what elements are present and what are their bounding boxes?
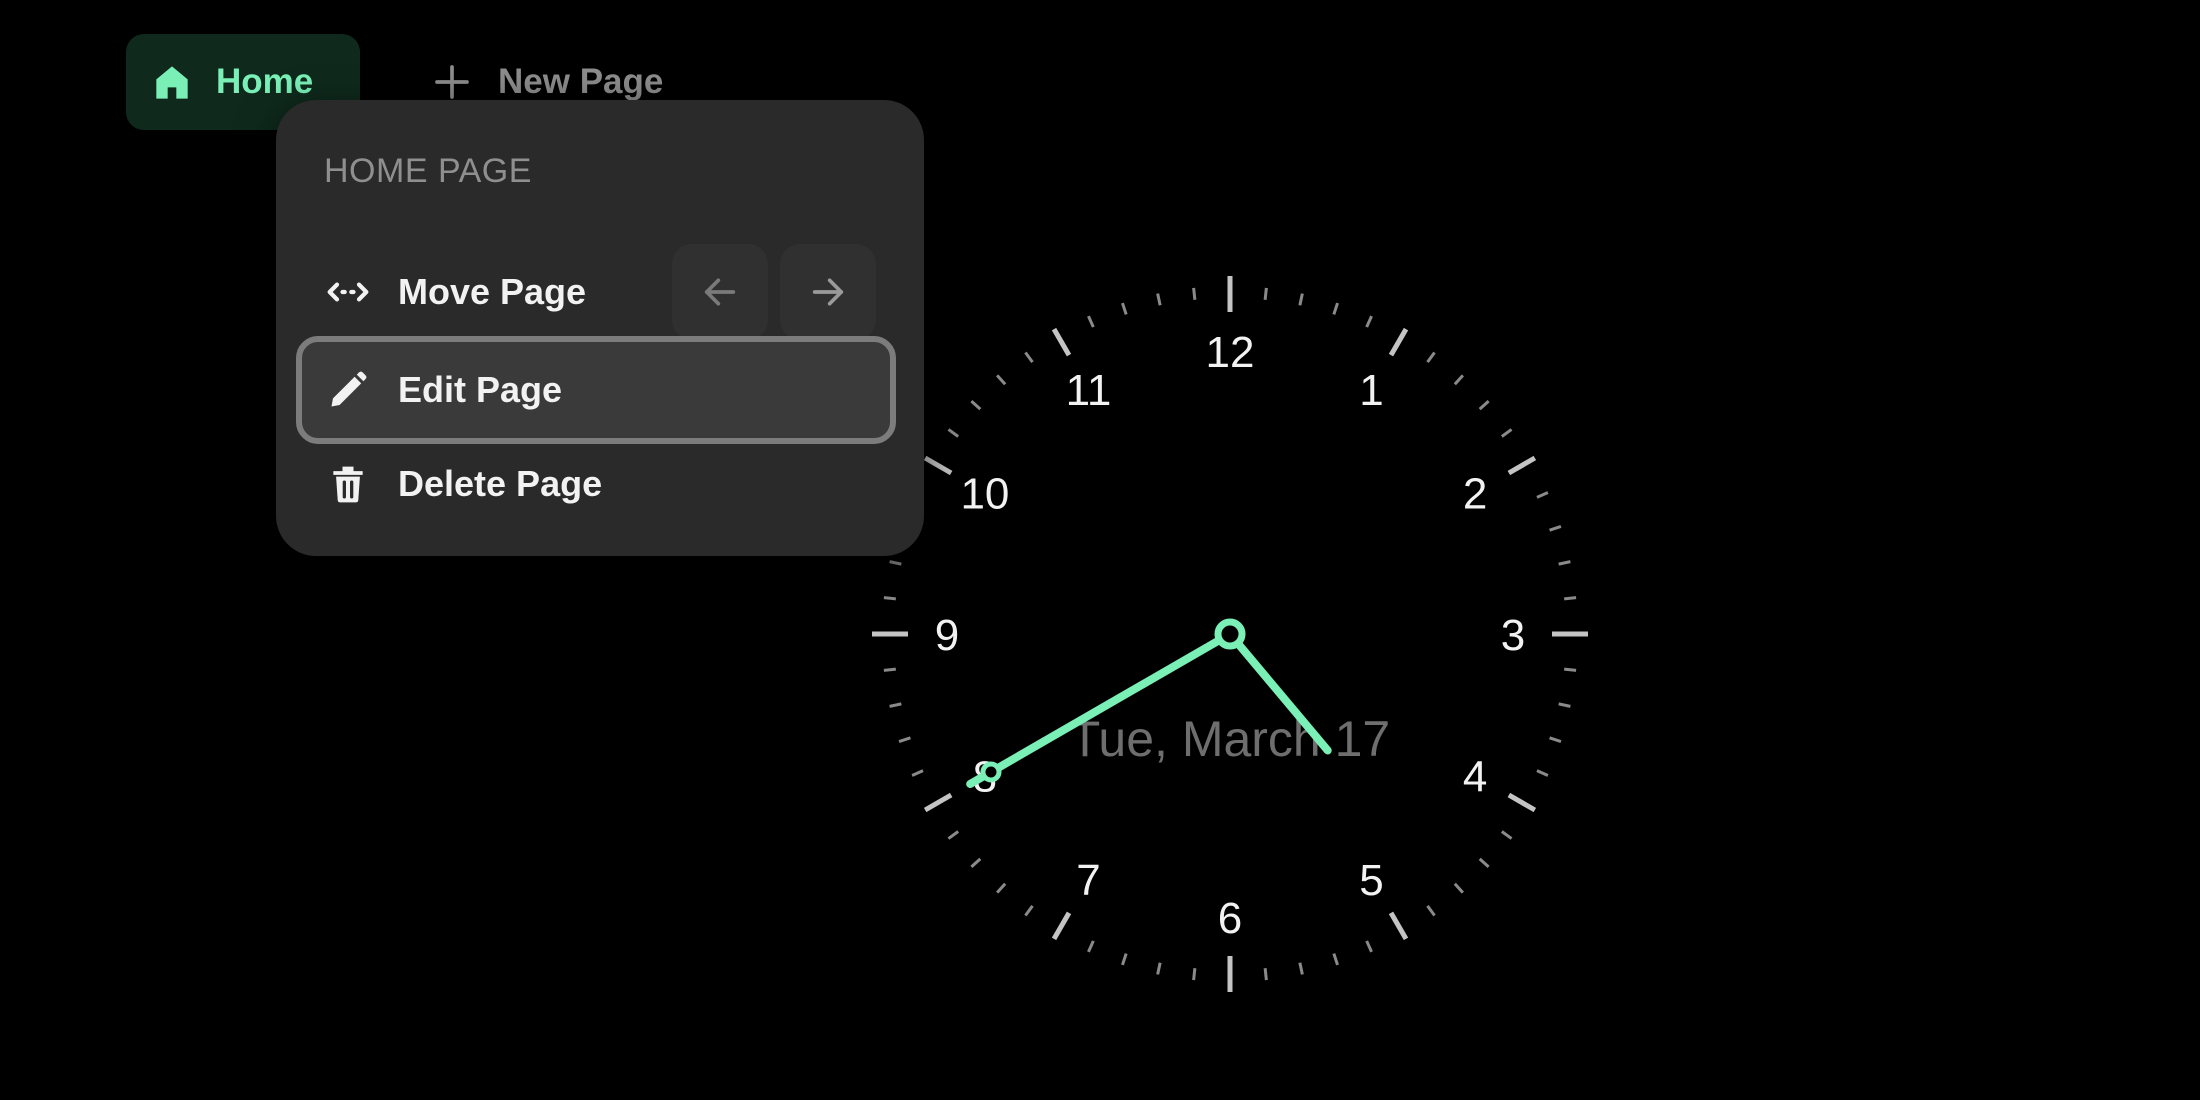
clock-minute-tick: [1192, 968, 1197, 981]
clock-minute-tick: [1332, 953, 1339, 966]
clock-numeral: 1: [1359, 366, 1383, 415]
clock-numeral: 7: [1076, 856, 1100, 905]
clock-hour-tick: [1507, 792, 1537, 813]
clock-minute-tick: [1536, 491, 1549, 499]
clock-numeral: 6: [1218, 894, 1242, 943]
clock-minute-tick: [1298, 293, 1304, 306]
clock-minute-tick: [1263, 968, 1268, 981]
page-context-menu: HOME PAGE Move Page Edit Page Delete Pag…: [276, 100, 924, 556]
clock-minute-tick: [1500, 428, 1513, 438]
clock-minute-tick: [996, 882, 1007, 894]
clock-minute-tick: [883, 596, 896, 601]
clock-minute-tick: [1332, 302, 1339, 315]
clock-minute-tick: [1121, 302, 1128, 315]
menu-item-label: Delete Page: [398, 463, 603, 504]
clock-minute-tick: [1453, 882, 1464, 894]
clock-minute-tick: [1121, 953, 1128, 966]
clock-minute-tick: [1558, 702, 1571, 708]
clock-minute-tick: [1564, 596, 1577, 601]
clock-numeral: 12: [1206, 328, 1255, 377]
clock-minute-tick: [1192, 287, 1197, 300]
clock-numeral: 2: [1463, 470, 1487, 519]
clock-minute-tick: [1549, 525, 1562, 532]
clock-minute-tick: [1298, 962, 1304, 975]
menu-item-edit-page[interactable]: Edit Page: [296, 336, 896, 444]
move-page-left-button[interactable]: [672, 244, 768, 340]
clock-numeral: 3: [1501, 611, 1525, 660]
clock-minute-tick: [1564, 667, 1577, 672]
clock-numeral: 4: [1463, 753, 1487, 802]
menu-item-label: Edit Page: [398, 369, 563, 410]
clock-minute-tick: [1024, 351, 1034, 364]
arrow-left-icon: [704, 278, 736, 306]
minute-hand-tip: [980, 761, 1002, 783]
clock-minute-tick: [996, 374, 1007, 386]
clock-minute-tick: [947, 830, 960, 840]
menu-item-delete-page[interactable]: Delete Page: [296, 436, 896, 532]
menu-item-label: Move Page: [398, 271, 587, 312]
clock-minute-tick: [1087, 315, 1095, 328]
clock-minute-tick: [947, 428, 960, 438]
clock-center-hub: [1214, 618, 1246, 650]
clock-minute-tick: [1024, 904, 1034, 917]
clock-hour-tick: [1388, 911, 1409, 941]
clock-hour-tick: [923, 792, 953, 813]
clock-minute-tick: [1365, 315, 1373, 328]
clock-minute-tick: [1549, 736, 1562, 743]
clock-minute-tick: [1426, 904, 1436, 917]
clock-minute-tick: [1558, 560, 1571, 566]
clock-hour-tick: [1507, 455, 1537, 476]
app-root: Home New Page 121234567891011 Tue, March…: [0, 0, 2200, 1100]
clock-hour-tick: [1051, 327, 1072, 357]
clock-minute-tick: [1453, 374, 1464, 386]
clock-minute-tick: [970, 857, 982, 868]
clock-minute-tick: [1500, 830, 1513, 840]
clock-numeral: 10: [960, 470, 1009, 519]
arrow-right-icon: [812, 278, 844, 306]
clock-numeral: 9: [935, 611, 959, 660]
clock-minute-tick: [1536, 769, 1549, 777]
clock-hour-tick: [923, 455, 953, 476]
clock-minute-tick: [889, 560, 902, 566]
trash-icon: [333, 466, 363, 503]
clock-minute-tick: [1156, 962, 1162, 975]
clock-hour-tick: [1388, 327, 1409, 357]
clock-numeral: 11: [1066, 366, 1112, 415]
clock-minute-tick: [898, 736, 911, 743]
clock-minute-tick: [1263, 287, 1268, 300]
clock-minute-tick: [889, 702, 902, 708]
move-page-right-button[interactable]: [780, 244, 876, 340]
clock-minute-tick: [883, 667, 896, 672]
clock-minute-tick: [970, 400, 982, 411]
clock-date: Tue, March 17: [1070, 711, 1391, 767]
clock-minute-tick: [1478, 857, 1490, 868]
clock-numeral: 5: [1359, 856, 1383, 905]
clock-minute-tick: [1365, 940, 1373, 953]
clock-minute-tick: [911, 769, 924, 777]
clock-minute-tick: [1087, 940, 1095, 953]
menu-title: HOME PAGE: [324, 152, 532, 190]
clock-minute-tick: [1426, 351, 1436, 364]
clock-hour-tick: [1051, 911, 1072, 941]
clock-minute-tick: [1156, 293, 1162, 306]
pencil-icon: [331, 371, 367, 407]
move-horizontal-icon: [327, 282, 369, 302]
clock-minute-tick: [1478, 400, 1490, 411]
